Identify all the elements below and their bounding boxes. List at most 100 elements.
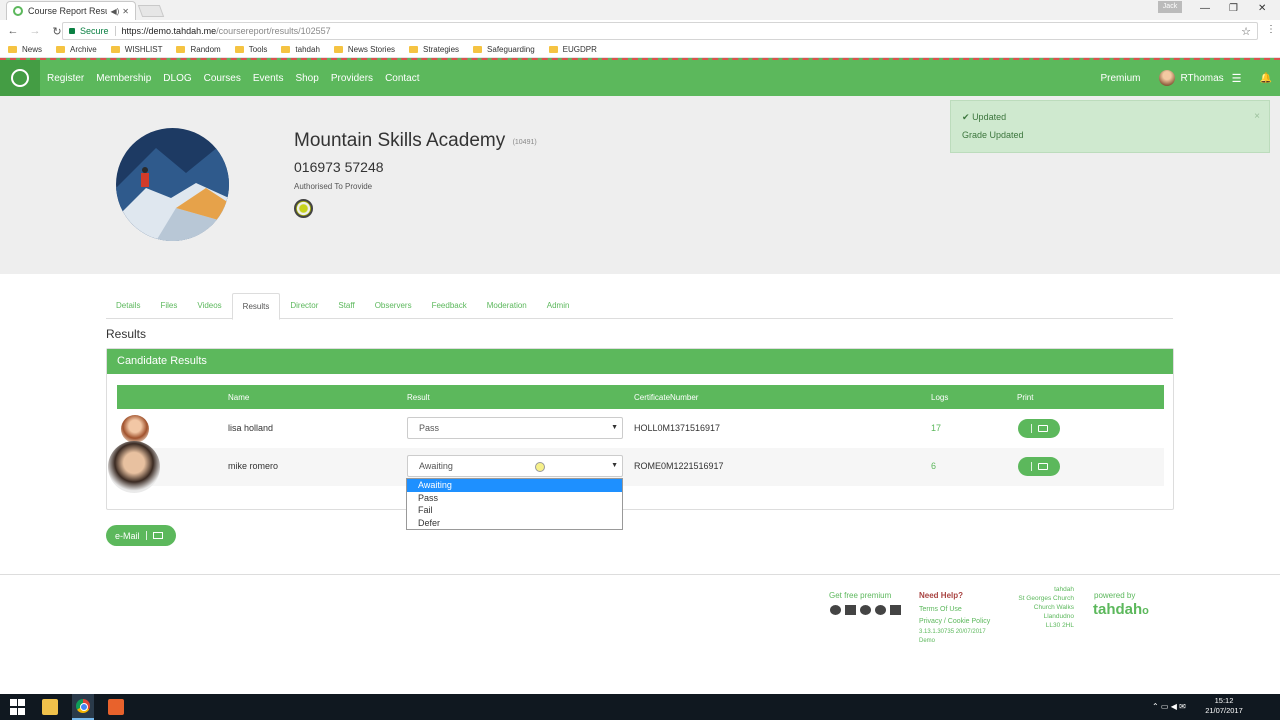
terms-link[interactable]: Terms Of Use [919,604,990,616]
result-select-value: Awaiting [419,461,453,471]
bookmark-label: Archive [70,45,97,54]
chrome-taskbar-icon[interactable] [72,694,94,720]
dropdown-option-awaiting[interactable]: Awaiting [407,479,622,492]
url-input[interactable]: Secure https://demo.tahdah.me/courserepo… [62,22,1258,40]
profile-tabs: Details Files Videos Results Director St… [106,293,1173,320]
provider-title: Mountain Skills Academy (10491) [294,130,537,152]
bookmark-safeguarding[interactable]: Safeguarding [473,45,535,54]
browser-menu-icon[interactable]: ⋮ [1266,24,1276,35]
site-footer: Get free premium Need Help? Terms Of Use… [0,574,1280,694]
tab-staff[interactable]: Staff [328,293,364,319]
bookmark-strategies[interactable]: Strategies [409,45,459,54]
window-close-icon[interactable]: ✕ [1258,3,1266,14]
tab-moderation[interactable]: Moderation [477,293,537,319]
toast-close-icon[interactable]: × [1254,111,1260,122]
windows-start-icon[interactable] [10,699,26,715]
browser-profile-badge[interactable]: Jack [1158,1,1182,13]
tab-admin[interactable]: Admin [537,293,580,319]
tab-director[interactable]: Director [280,293,328,319]
bookmark-random[interactable]: Random [176,45,221,54]
tab-close-icon[interactable]: ✕ [122,7,129,16]
clock-time: 15:12 [1214,696,1234,705]
privacy-link[interactable]: Privacy / Cookie Policy [919,616,990,628]
print-button[interactable] [1018,419,1060,438]
nav-events[interactable]: Events [253,73,284,84]
address-line: Church Walks [1033,604,1074,611]
print-button[interactable] [1018,457,1060,476]
panel-title: Candidate Results [107,349,1173,374]
bookmark-tahdah[interactable]: tahdah [281,45,320,54]
file-explorer-icon[interactable] [42,699,58,715]
taskbar-clock[interactable]: 15:12 21/07/2017 [1198,696,1250,716]
restore-icon[interactable]: ❐ [1229,3,1238,14]
system-tray-icons[interactable]: ⌃ ▭ ◀ ✉ [1152,702,1186,711]
printer-icon [1037,425,1048,432]
bookmark-archive[interactable]: Archive [56,45,97,54]
nav-shop[interactable]: Shop [295,73,318,84]
hamburger-menu-icon[interactable]: ☰ [1232,72,1242,85]
back-icon[interactable]: ← [4,25,22,37]
user-avatar[interactable] [1158,70,1175,86]
bookmark-news-stories[interactable]: News Stories [333,45,395,54]
nav-courses[interactable]: Courses [204,73,241,84]
main-nav: Register Membership DLOG Courses Events … [47,73,432,84]
tab-observers[interactable]: Observers [365,293,422,319]
minimize-icon[interactable]: — [1200,3,1210,14]
logs-link[interactable]: 17 [931,423,941,433]
brand-name: tahdah [1093,601,1143,618]
column-header-name: Name [228,393,250,402]
bookmark-label: EUGDPR [562,45,597,54]
forward-icon[interactable]: → [26,25,44,37]
dropdown-option-fail[interactable]: Fail [407,504,622,517]
toast-title: Updated [972,112,1007,122]
logs-link[interactable]: 6 [931,461,936,471]
tab-files[interactable]: Files [150,293,187,319]
bookmark-wishlist[interactable]: WISHLIST [110,45,162,54]
speaker-icon[interactable]: ◀) [110,7,119,16]
browser-tabstrip: Course Report Results ◀) ✕ Jack — ❐ ✕ [0,0,1280,20]
bookmark-tools[interactable]: Tools [234,45,267,54]
tahdah-footer-logo[interactable]: tahdaho [1093,601,1149,618]
nav-premium[interactable]: Premium [1100,73,1140,84]
dropdown-option-pass[interactable]: Pass [407,492,622,505]
dropdown-option-defer[interactable]: Defer [407,517,622,530]
table-row: mike romero Awaiting ▼ ROME0M1221516917 … [117,448,1164,486]
result-dropdown-list: Awaiting Pass Fail Defer [406,478,623,530]
nav-membership[interactable]: Membership [96,73,151,84]
chevron-down-icon: ▼ [611,462,618,469]
notification-bell-icon[interactable]: 🔔 [1260,73,1272,84]
bookmark-label: News [22,45,43,54]
result-select[interactable]: Awaiting ▼ [407,455,623,477]
tab-details[interactable]: Details [106,293,150,319]
nav-dlog[interactable]: DLOG [163,73,191,84]
bookmark-star-icon[interactable]: ☆ [1241,25,1251,38]
calendar-icon [845,605,856,615]
candidate-avatar[interactable] [121,415,149,443]
nav-register[interactable]: Register [47,73,84,84]
folder-icon [110,46,120,53]
email-button[interactable]: e-Mail [106,525,176,546]
app-taskbar-icon[interactable] [108,699,124,715]
tab-videos[interactable]: Videos [187,293,231,319]
result-select[interactable]: Pass ▼ [407,417,623,439]
folder-icon [473,46,483,53]
folder-icon [333,46,343,53]
browser-tab[interactable]: Course Report Results ◀) ✕ [6,1,136,20]
tab-feedback[interactable]: Feedback [422,293,477,319]
bookmark-eugdpr[interactable]: EUGDPR [548,45,597,54]
globe-icon [875,605,886,615]
get-premium-link[interactable]: Get free premium [829,591,891,600]
tahdah-logo-icon[interactable] [0,60,40,96]
binoculars-icon [890,605,901,615]
candidate-avatar[interactable] [108,441,160,493]
map-pin-icon [860,605,871,615]
new-tab-button[interactable] [137,5,165,17]
bookmark-news[interactable]: News [8,45,42,54]
authorised-badge-icon[interactable] [294,199,313,218]
nav-username[interactable]: RThomas [1181,73,1224,84]
column-header-result: Result [407,393,430,402]
need-help-heading: Need Help? [919,591,964,600]
nav-contact[interactable]: Contact [385,73,419,84]
tab-results[interactable]: Results [231,293,281,320]
nav-providers[interactable]: Providers [331,73,373,84]
